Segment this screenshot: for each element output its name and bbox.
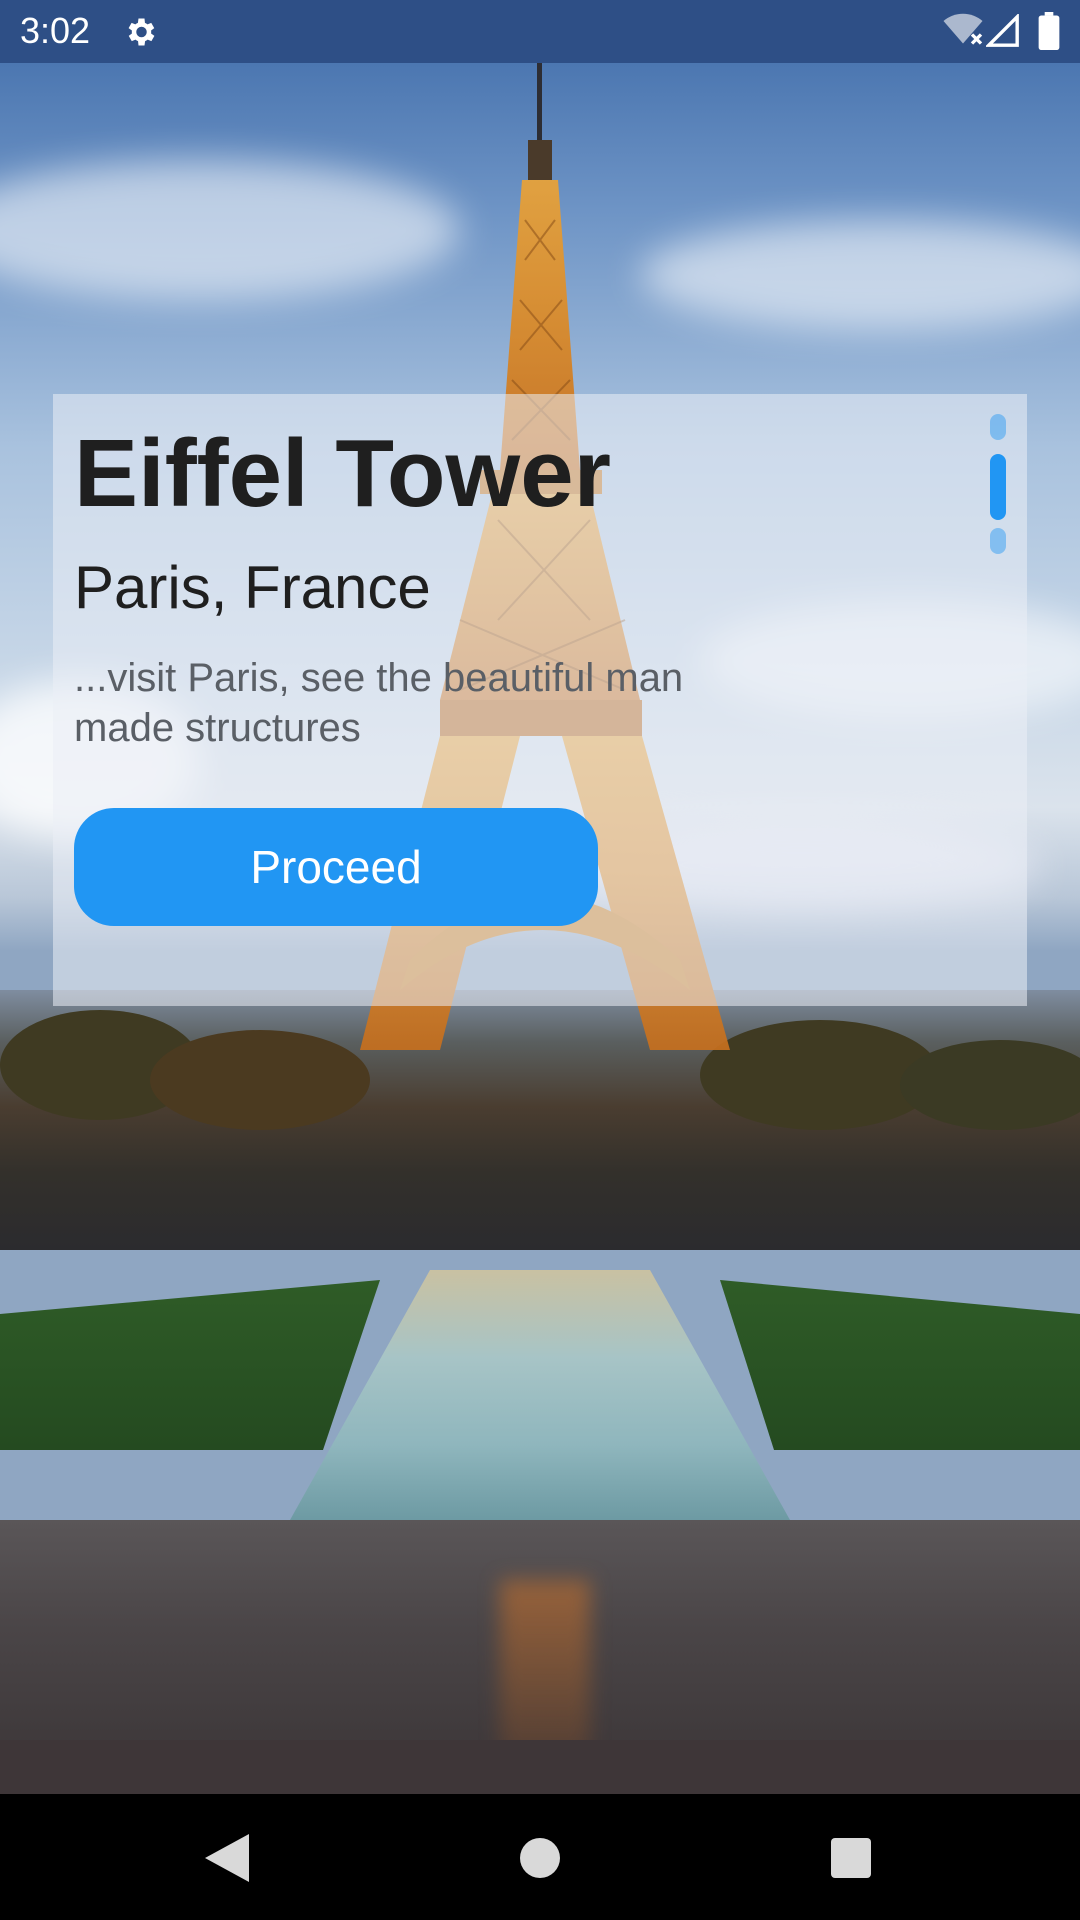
recents-icon[interactable]: [831, 1838, 871, 1878]
destination-location: Paris, France: [74, 554, 431, 621]
destination-card: Eiffel Tower Paris, France ...visit Pari…: [53, 394, 1027, 1006]
page-indicator: [990, 414, 1008, 554]
back-icon[interactable]: [205, 1834, 249, 1882]
settings-icon: [128, 18, 155, 46]
proceed-button[interactable]: Proceed: [74, 808, 598, 926]
signal-icon: [986, 14, 1019, 47]
battery-icon: [1038, 12, 1060, 50]
status-time: 3:02: [20, 10, 91, 51]
page-indicator-dot[interactable]: [990, 414, 1006, 440]
wifi-off-icon: [943, 13, 983, 45]
home-icon[interactable]: [520, 1838, 560, 1878]
status-bar: 3:02: [0, 0, 1080, 63]
page-indicator-dot[interactable]: [990, 528, 1006, 554]
page-indicator-dot-active[interactable]: [990, 454, 1006, 520]
destination-title: Eiffel Tower: [74, 420, 611, 527]
destination-description: ...visit Paris, see the beautiful man ma…: [74, 656, 684, 750]
navigation-bar: [0, 1794, 1080, 1920]
